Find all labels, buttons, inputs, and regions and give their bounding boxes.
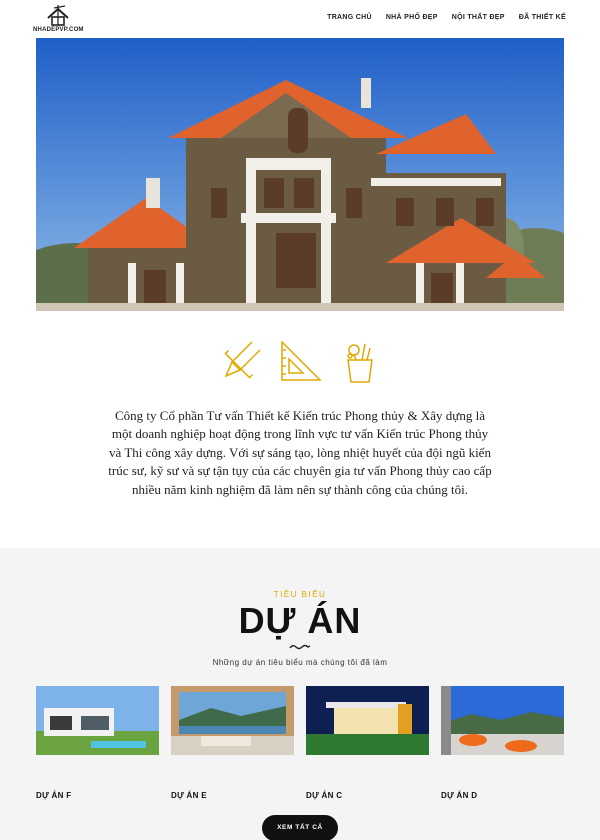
company-intro: Công ty Cổ phần Tư vấn Thiết kế Kiến trú… [108,408,492,497]
set-square-icon [278,340,322,384]
main-nav: TRANG CHỦ NHÀ PHỐ ĐẸP NỘI THẤT ĐẸP ĐÃ TH… [327,14,566,21]
squiggle-divider-icon [289,644,311,650]
project-d-image [441,686,564,755]
house-logo-icon [47,5,69,26]
pencil-cup-icon [338,340,382,384]
project-f-image [36,686,159,755]
project-card-e[interactable]: DỰ ÁN E [171,686,294,800]
project-name: DỰ ÁN D [441,791,478,800]
site-logo[interactable]: NHADEPVP.COM [33,5,83,35]
tools-icons [0,340,600,384]
site-header: NHADEPVP.COM TRANG CHỦ NHÀ PHỐ ĐẸP NỘI T… [0,0,600,38]
logo-text: NHADEPVP.COM [33,27,84,33]
projects-section: TIÊU BIỂU DỰ ÁN Những dự án tiêu biểu mà… [0,548,600,840]
project-card-d[interactable]: DỰ ÁN D [441,686,564,800]
nav-interior[interactable]: NỘI THẤT ĐẸP [452,14,505,21]
projects-title: DỰ ÁN [238,600,362,641]
nav-townhouse[interactable]: NHÀ PHỐ ĐẸP [386,14,438,21]
project-name: DỰ ÁN F [36,791,72,800]
projects-subtitle: Những dự án tiêu biểu mà chúng tôi đã là… [212,658,388,667]
project-name: DỰ ÁN E [171,791,207,800]
project-cards: DỰ ÁN F DỰ ÁN E DỰ ÁN C DỰ ÁN D [36,686,564,800]
pencil-ruler-icon [218,340,262,384]
project-card-f[interactable]: DỰ ÁN F [36,686,159,800]
project-e-image [171,686,294,755]
projects-kicker: TIÊU BIỂU [273,590,327,599]
view-all-button[interactable]: XEM TẤT CẢ [262,815,338,840]
nav-home[interactable]: TRANG CHỦ [327,14,372,21]
hero-villa-image [36,38,564,311]
project-c-image [306,686,429,755]
project-card-c[interactable]: DỰ ÁN C [306,686,429,800]
nav-designed[interactable]: ĐÃ THIẾT KẾ [519,14,566,21]
project-name: DỰ ÁN C [306,791,343,800]
